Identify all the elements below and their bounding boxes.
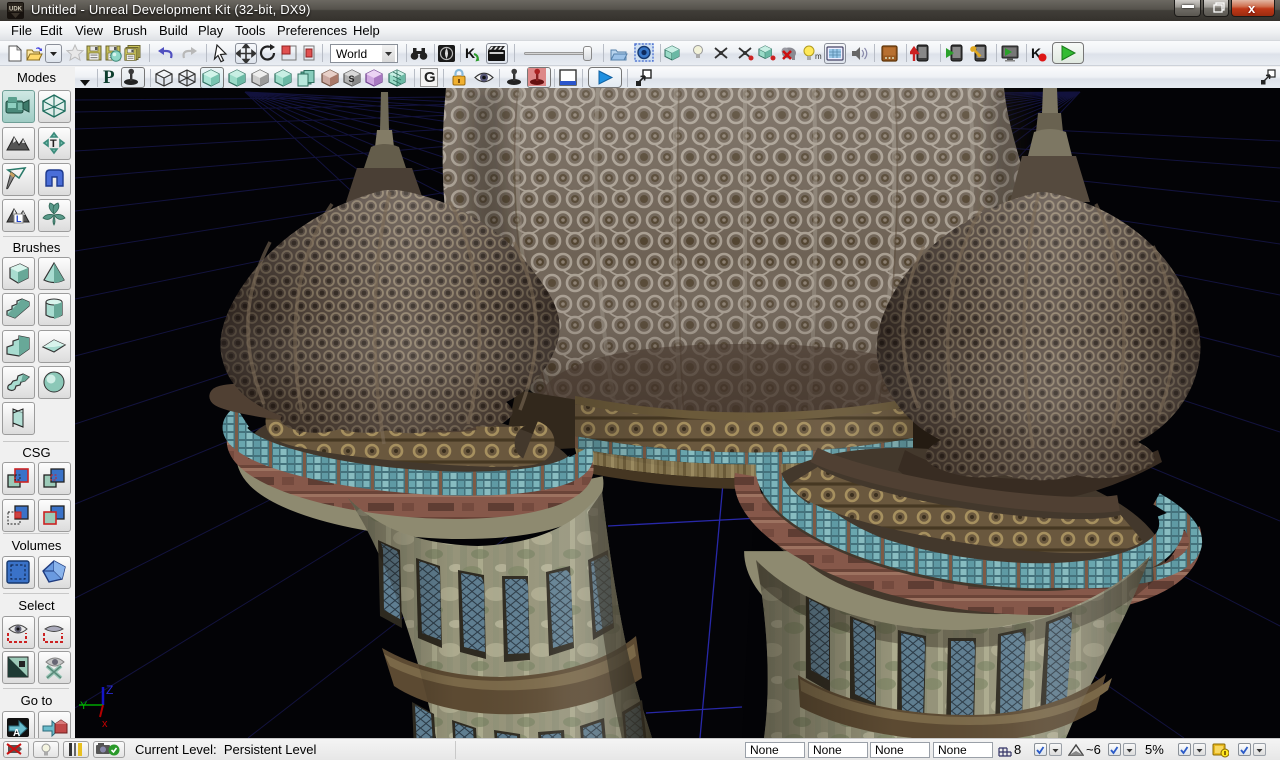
svg-text:T: T xyxy=(50,138,57,150)
svg-text:m: m xyxy=(815,52,822,61)
svg-text:Z: Z xyxy=(106,683,113,697)
svg-text:S: S xyxy=(349,74,355,84)
svg-text:UDK: UDK xyxy=(9,7,23,13)
svg-text:x: x xyxy=(102,718,108,730)
svg-text:L: L xyxy=(16,214,22,224)
svg-text:K: K xyxy=(465,45,475,61)
svg-text:Y: Y xyxy=(80,700,88,712)
